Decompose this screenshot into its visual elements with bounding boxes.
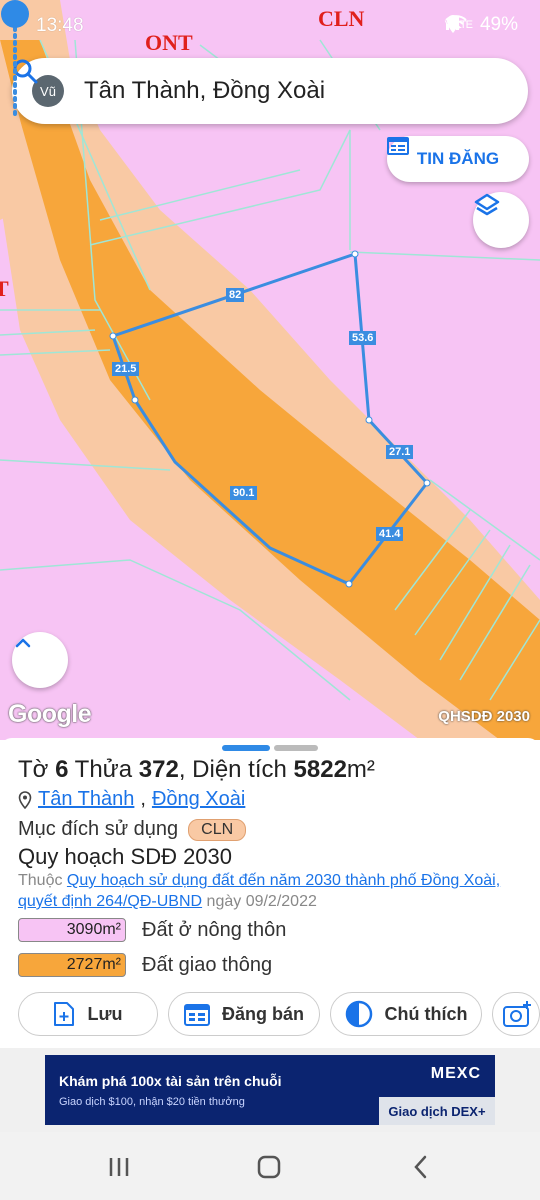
ad-subtitle: Giao dịch $100, nhận $20 tiền thưởng	[59, 1096, 245, 1108]
purpose-badge: CLN	[188, 818, 247, 841]
add-file-icon	[54, 1002, 75, 1026]
home-icon	[257, 1155, 281, 1179]
edge-length-label: 27.1	[386, 445, 414, 459]
recent-apps-button[interactable]	[104, 1152, 134, 1182]
purpose-label: Mục đích sử dụng	[18, 818, 179, 840]
save-label: Lưu	[87, 1003, 123, 1024]
plan-description: Thuộc Quy hoạch sử dụng đất đến năm 2030…	[18, 872, 501, 910]
sheet-handle-active[interactable]	[222, 745, 270, 751]
add-photo-button[interactable]	[492, 992, 540, 1036]
back-button[interactable]	[406, 1152, 436, 1182]
land-purpose: Mục đích sử dụng CLN	[18, 818, 247, 841]
google-logo: Google	[8, 700, 92, 728]
contrast-icon	[345, 1000, 372, 1028]
legend-row-residential: 3090m² Đất ở nông thôn	[18, 918, 286, 942]
signal-icon-2	[445, 16, 459, 30]
search-query[interactable]: Tân Thành, Đồng Xoài	[84, 77, 325, 105]
edge-length-label: 82	[226, 288, 245, 302]
layer-name: QHSDĐ 2030	[438, 708, 530, 725]
location-pin-icon	[18, 790, 32, 809]
parcel-title: Tờ 6 Thửa 372, Diện tích 5822m²	[18, 756, 375, 783]
add-photo-icon	[503, 1001, 531, 1027]
expand-sheet-button[interactable]	[12, 632, 68, 688]
parcel-location: Tân Thành, Đồng Xoài	[18, 788, 245, 811]
area-chip: 2727m²	[18, 953, 126, 977]
map-view[interactable]: 8253.621.527.190.141.4 ONT CLN T 13:48 V…	[0, 0, 540, 740]
recent-apps-icon	[109, 1158, 129, 1176]
legend-label: Đất giao thông	[142, 953, 273, 976]
slider-thumb	[1, 0, 29, 28]
plan-title: Quy hoạch SDĐ 2030	[18, 844, 233, 869]
edge-length-label: 53.6	[349, 331, 377, 345]
listing-button[interactable]: TIN ĐĂNG	[387, 136, 529, 182]
listing-label: TIN ĐĂNG	[416, 149, 500, 168]
chevron-up-icon	[15, 638, 31, 648]
save-button[interactable]: Lưu	[18, 992, 158, 1036]
legend-row-traffic: 2727m² Đất giao thông	[18, 953, 272, 977]
area-chip: 3090m²	[18, 918, 126, 942]
back-icon	[414, 1155, 427, 1179]
layers-icon	[474, 193, 500, 216]
loc-separator: ,	[140, 788, 146, 810]
system-nav-bar	[0, 1132, 540, 1200]
calendar-icon	[183, 1004, 210, 1026]
status-time: 13:48	[36, 15, 84, 36]
ward-link[interactable]: Tân Thành	[38, 788, 134, 811]
parcel-info-sheet[interactable]: Tờ 6 Thửa 372, Diện tích 5822m² Tân Thàn…	[0, 738, 540, 1048]
edge-length-label: 41.4	[376, 527, 404, 541]
legend-label: Đất ở nông thôn	[142, 918, 287, 941]
listing-icon	[387, 137, 409, 155]
legend-button[interactable]: Chú thích	[330, 992, 482, 1036]
layers-button[interactable]	[473, 192, 529, 248]
ad-cta-button[interactable]: Giao dịch DEX+	[379, 1097, 495, 1125]
edge-length-label: 90.1	[230, 486, 258, 500]
post-sale-button[interactable]: Đăng bán	[168, 992, 320, 1036]
ad-banner[interactable]: Khám phá 100x tài sản trên chuỗi Giao dị…	[0, 1048, 540, 1132]
search-bar[interactable]: Vũ Tân Thành, Đồng Xoài	[12, 58, 528, 124]
ad-creative[interactable]: Khám phá 100x tài sản trên chuỗi Giao dị…	[45, 1055, 495, 1125]
zone-label-t: T	[0, 276, 9, 301]
battery-text: 49%	[479, 14, 518, 35]
post-sale-label: Đăng bán	[221, 1003, 304, 1024]
city-link[interactable]: Đồng Xoài	[152, 788, 245, 811]
ad-brand: MEXC	[430, 1065, 481, 1082]
status-icons: VoLTE 49%	[445, 14, 518, 36]
edge-length-label: 21.5	[112, 362, 140, 376]
ad-title: Khám phá 100x tài sản trên chuỗi	[59, 1073, 282, 1089]
sheet-handle[interactable]	[274, 745, 318, 751]
status-bar: 13:48 VoLTE 49%	[0, 0, 540, 52]
legend-label-button: Chú thích	[384, 1003, 468, 1024]
home-button[interactable]	[254, 1152, 284, 1182]
opacity-slider[interactable]	[0, 0, 30, 120]
action-buttons: Lưu Đăng bán Chú thích	[18, 992, 540, 1036]
